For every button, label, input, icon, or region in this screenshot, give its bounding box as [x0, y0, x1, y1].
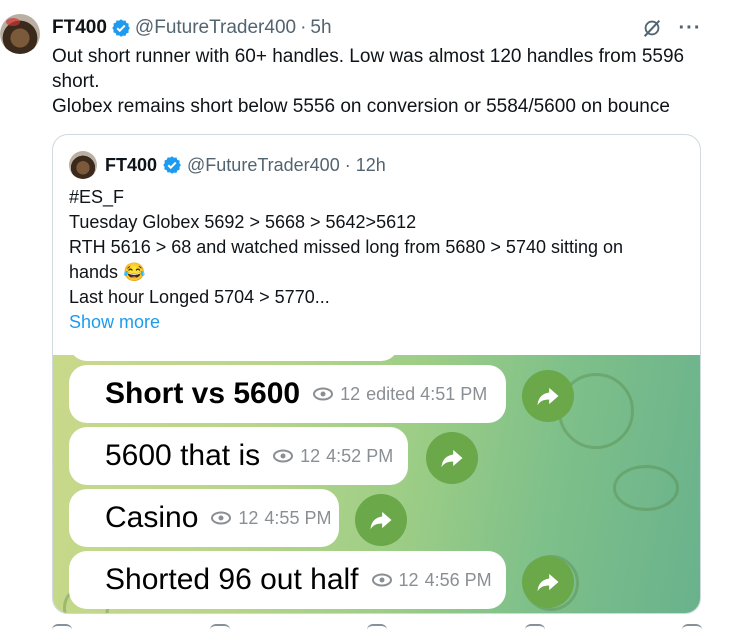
forward-button[interactable]: [522, 556, 574, 608]
views-eye-icon: [210, 511, 232, 525]
reply-icon[interactable]: [52, 624, 72, 638]
grok-icon[interactable]: [640, 16, 664, 40]
views-eye-icon: [371, 573, 393, 587]
repost-icon[interactable]: [209, 624, 230, 638]
bookmark-icon[interactable]: [682, 624, 702, 638]
quoted-text-line: Last hour Longed 5704 > 5770...: [69, 287, 330, 307]
message-meta: 12 edited 4:51 PM: [312, 384, 487, 405]
quoted-text-line: Tuesday Globex 5692 > 5668 > 5642>5612: [69, 212, 417, 232]
message-views: 12: [340, 383, 361, 404]
message-time: 4:55 PM: [264, 507, 332, 528]
verified-badge-icon: [162, 155, 182, 175]
post-text-line: short.: [52, 71, 100, 92]
quoted-post-text: #ES_F Tuesday Globex 5692 > 5668 > 5642>…: [69, 185, 689, 335]
forward-arrow-icon: [441, 449, 463, 468]
quoted-text-line: hands 😂: [69, 262, 146, 282]
forward-arrow-icon: [537, 573, 559, 592]
message-text: Short vs 5600: [105, 377, 301, 410]
quoted-author-avatar[interactable]: [69, 151, 97, 179]
like-icon[interactable]: [367, 624, 387, 638]
forward-arrow-icon: [370, 511, 392, 530]
header-actions: ···: [640, 16, 702, 40]
forward-button[interactable]: [355, 494, 407, 546]
forward-arrow-icon: [537, 387, 559, 406]
message-text: 5600 that is: [105, 439, 261, 472]
more-options-icon[interactable]: ···: [678, 16, 702, 40]
message-meta: 12 4:55 PM: [210, 508, 331, 529]
views-icon[interactable]: [524, 624, 545, 638]
post-text-line: Globex remains short below 5556 on conve…: [52, 96, 670, 117]
message-views: 12: [238, 507, 259, 528]
views-eye-icon: [272, 449, 294, 463]
post-action-bar: [52, 624, 702, 638]
quoted-post-timestamp[interactable]: 12h: [356, 155, 386, 176]
quoted-text-line: #ES_F: [69, 187, 125, 207]
author-handle[interactable]: @FutureTrader400: [135, 17, 296, 39]
forward-button[interactable]: [522, 370, 574, 422]
views-eye-icon: [312, 387, 334, 401]
post-header: FT400 @FutureTrader400 · 5h: [52, 16, 332, 40]
post-text-line: Out short runner with 60+ handles. Low w…: [52, 46, 685, 67]
message-time: edited 4:51 PM: [366, 383, 488, 404]
forward-button[interactable]: [426, 432, 478, 484]
message-views: 12: [398, 569, 419, 590]
message-bubble-partial: [69, 355, 399, 361]
post-text: Out short runner with 60+ handles. Low w…: [52, 44, 712, 119]
message-meta: 12 4:52 PM: [272, 446, 393, 467]
message-text: Shorted 96 out half: [105, 563, 359, 596]
message-views: 12: [300, 445, 321, 466]
message-bubble: Shorted 96 out half 12 4:56 PM: [69, 551, 506, 609]
quoted-author-name[interactable]: FT400: [105, 155, 157, 176]
show-more-link[interactable]: Show more: [69, 310, 689, 335]
message-time: 4:56 PM: [424, 569, 492, 590]
author-avatar[interactable]: [0, 14, 40, 54]
quoted-post[interactable]: FT400 @FutureTrader400 · 12h #ES_F Tuesd…: [52, 134, 701, 614]
message-bubble: Casino 12 4:55 PM: [69, 489, 339, 547]
quoted-text-line: RTH 5616 > 68 and watched missed long fr…: [69, 237, 624, 257]
message-text: Casino: [105, 501, 199, 534]
separator-dot: ·: [344, 154, 351, 175]
message-bubble: 5600 that is 12 4:52 PM: [69, 427, 408, 485]
author-name[interactable]: FT400: [52, 17, 107, 39]
verified-badge-icon: [111, 18, 131, 38]
message-time: 4:52 PM: [326, 445, 394, 466]
post-timestamp[interactable]: 5h: [310, 17, 331, 39]
background-doodle: [613, 465, 679, 511]
quoted-post-header: FT400 @FutureTrader400 · 12h: [69, 151, 386, 179]
quoted-author-handle[interactable]: @FutureTrader400: [187, 155, 340, 176]
chat-screenshot-image[interactable]: Short vs 5600 12 edited 4:51 PM 5600 tha…: [53, 355, 700, 613]
separator-dot: ·: [300, 17, 307, 38]
message-bubble: Short vs 5600 12 edited 4:51 PM: [69, 365, 506, 423]
message-meta: 12 4:56 PM: [371, 570, 492, 591]
